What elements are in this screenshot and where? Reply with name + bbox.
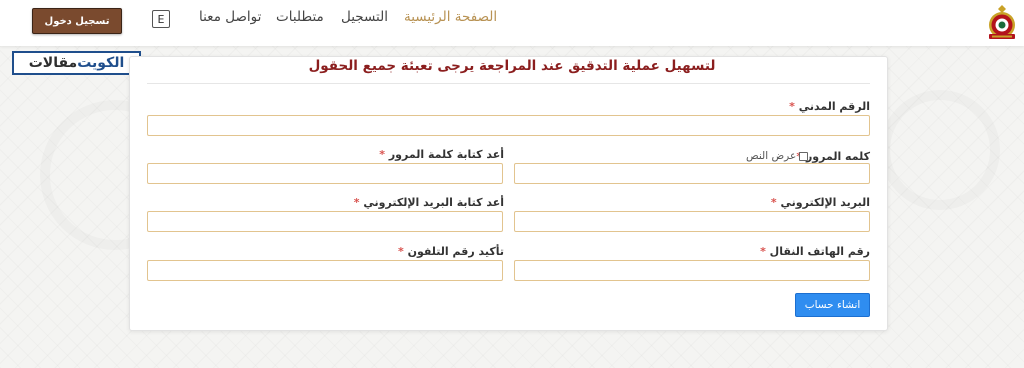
nav-home[interactable]: الصفحة الرئيسية bbox=[404, 9, 497, 25]
mobile-label: رقم الهاتف النقال * bbox=[760, 245, 870, 258]
civil-id-input[interactable] bbox=[147, 115, 870, 136]
show-password-label: عرض النص bbox=[746, 150, 797, 162]
top-navbar: تسجيل دخول E تواصل معنا متطلبات التسجيل … bbox=[0, 0, 1024, 46]
email-input[interactable] bbox=[514, 211, 870, 232]
background-emblem-right bbox=[880, 90, 1000, 210]
required-asterisk: * bbox=[397, 245, 404, 258]
email-label: البريد الإلكتروني * bbox=[771, 196, 870, 209]
password-label-text: كلمه المرور bbox=[805, 150, 870, 163]
required-asterisk: * bbox=[760, 245, 766, 258]
confirm-email-input[interactable] bbox=[147, 211, 503, 232]
mobile-input[interactable] bbox=[514, 260, 870, 281]
civil-id-label: الرقم المدني * bbox=[789, 100, 870, 113]
nav-requirements[interactable]: متطلبات bbox=[276, 9, 324, 25]
show-password-toggle[interactable]: عرض النص bbox=[746, 150, 809, 162]
create-account-button[interactable]: انشاء حساب bbox=[795, 293, 870, 317]
confirm-email-label-text: أعد كتابة البريد الإلكتروني bbox=[363, 196, 504, 209]
police-emblem-icon[interactable] bbox=[986, 4, 1018, 42]
confirm-password-label-text: أعد كتابة كلمة المرور bbox=[388, 148, 504, 161]
show-password-checkbox[interactable] bbox=[799, 151, 809, 161]
confirm-password-input[interactable] bbox=[147, 163, 503, 184]
language-toggle-button[interactable]: E bbox=[152, 10, 170, 28]
login-button[interactable]: تسجيل دخول bbox=[32, 8, 122, 34]
email-label-text: البريد الإلكتروني bbox=[780, 196, 870, 209]
required-asterisk: * bbox=[770, 196, 777, 209]
confirm-phone-label-text: تأكيد رقم التلفون bbox=[407, 245, 504, 258]
confirm-phone-label: تأكيد رقم التلفون * bbox=[398, 245, 504, 258]
required-asterisk: * bbox=[353, 196, 360, 209]
confirm-password-label: أعد كتابة كلمة المرور * bbox=[379, 148, 504, 161]
password-input[interactable] bbox=[514, 163, 870, 184]
title-divider bbox=[147, 83, 870, 84]
required-asterisk: * bbox=[789, 100, 795, 113]
nav-registration[interactable]: التسجيل bbox=[341, 9, 388, 25]
nav-contact-us[interactable]: تواصل معنا bbox=[199, 9, 261, 25]
confirm-email-label: أعد كتابة البريد الإلكتروني * bbox=[354, 196, 504, 209]
required-asterisk: * bbox=[379, 148, 385, 161]
mobile-label-text: رقم الهاتف النقال bbox=[769, 245, 870, 258]
registration-form-card bbox=[129, 56, 888, 331]
civil-id-label-text: الرقم المدني bbox=[798, 100, 870, 113]
confirm-phone-input[interactable] bbox=[147, 260, 503, 281]
form-title: لتسهيل عملية التدقيق عند المراجعة يرجى ت… bbox=[308, 58, 716, 74]
